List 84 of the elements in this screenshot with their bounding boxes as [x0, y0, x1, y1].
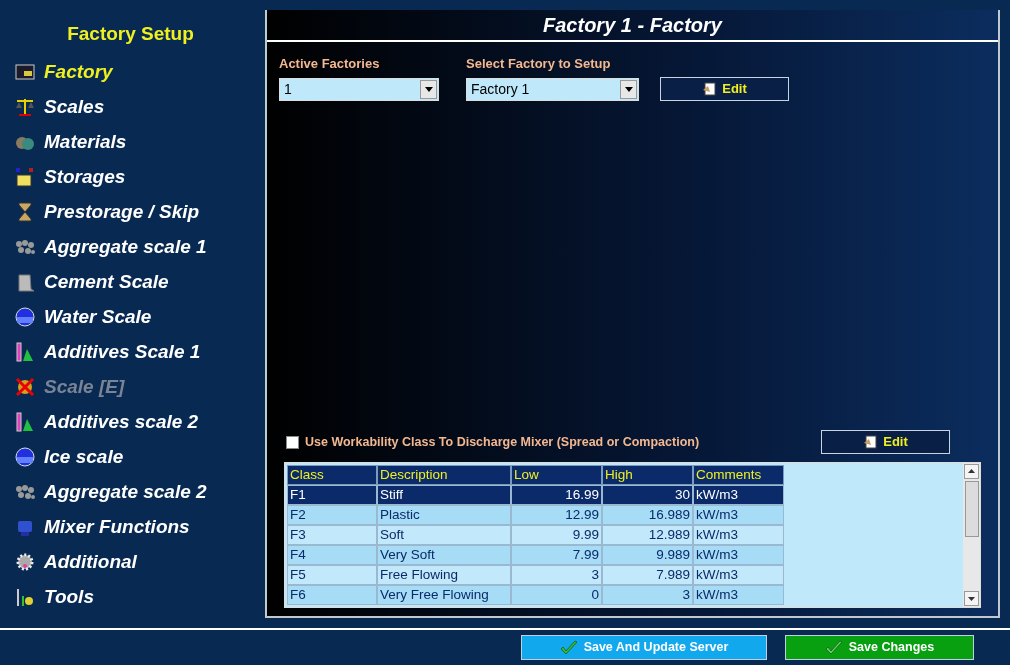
table-cell: Very Free Flowing	[377, 585, 511, 605]
table-cell: Very Soft	[377, 545, 511, 565]
table-cell: 3	[602, 585, 693, 605]
sidebar-item[interactable]: Aggregate scale 2	[14, 474, 265, 510]
table-cell: 0	[511, 585, 602, 605]
table-cell: 9.989	[602, 545, 693, 565]
table-cell: kW/m3	[693, 545, 784, 565]
table-cell: 16.99	[511, 485, 602, 505]
table-cell: kW/m3	[693, 525, 784, 545]
factory-icon	[14, 61, 36, 83]
edit-button[interactable]: Edit	[660, 76, 789, 101]
sidebar-item[interactable]: Additional	[14, 544, 265, 580]
table-cell: 12.99	[511, 505, 602, 525]
table-cell: 3	[511, 565, 602, 585]
sidebar-item[interactable]: Ice scale	[14, 439, 265, 475]
column-header: High	[602, 465, 693, 485]
water-icon	[14, 446, 36, 468]
scroll-up-icon[interactable]	[964, 464, 979, 479]
column-header: Class	[287, 465, 377, 485]
scrollbar[interactable]	[963, 463, 980, 607]
edit-button[interactable]: Edit	[821, 430, 950, 454]
scroll-down-icon[interactable]	[964, 591, 979, 606]
table-cell: kW/m3	[693, 585, 784, 605]
crossed-icon	[14, 376, 36, 398]
panel-title: Factory 1 - Factory	[543, 13, 722, 38]
table-cell: 9.99	[511, 525, 602, 545]
table-cell: F5	[287, 565, 377, 585]
table-row[interactable]: F4 Very Soft 7.99 9.989 kW/m3	[287, 545, 784, 565]
table-cell: 30	[602, 485, 693, 505]
table-cell: Plastic	[377, 505, 511, 525]
table-row[interactable]: F1 Stiff 16.99 30 kW/m3	[287, 485, 784, 505]
table-cell: F1	[287, 485, 377, 505]
table-cell: F3	[287, 525, 377, 545]
table-cell: 16.989	[602, 505, 693, 525]
sidebar-item[interactable]: Water Scale	[14, 299, 265, 335]
column-header: Comments	[693, 465, 784, 485]
sidebar-item[interactable]: Materials	[14, 124, 265, 160]
table-cell: 7.99	[511, 545, 602, 565]
gear-icon	[14, 551, 36, 573]
active-factories-dropdown[interactable]: 1	[279, 77, 439, 101]
table-row[interactable]: F5 Free Flowing 3 7.989 kW/m3	[287, 565, 784, 585]
table-row[interactable]: F6 Very Free Flowing 0 3 kW/m3	[287, 585, 784, 605]
sidebar-item[interactable]: Prestorage / Skip	[14, 194, 265, 230]
sidebar-item[interactable]: Additives scale 2	[14, 404, 265, 440]
table-cell: Soft	[377, 525, 511, 545]
checkmark-icon	[824, 639, 843, 656]
table-cell: Stiff	[377, 485, 511, 505]
beakers-icon	[14, 341, 36, 363]
checkbox-label: Use Workability Class To Discharge Mixer (Spread or Compaction)	[305, 433, 700, 451]
box-icon	[14, 166, 36, 188]
table-cell: kW/m3	[693, 565, 784, 585]
table-row[interactable]: F2 Plastic 12.99 16.989 kW/m3	[287, 505, 784, 525]
column-header: Low	[511, 465, 602, 485]
edit-icon	[863, 435, 880, 449]
field-label: Select Factory to Setup	[466, 55, 612, 73]
scales-icon	[14, 96, 36, 118]
table-cell: F6	[287, 585, 377, 605]
beakers-icon	[14, 411, 36, 433]
table-row[interactable]: F3 Soft 9.99 12.989 kW/m3	[287, 525, 784, 545]
table-cell: Free Flowing	[377, 565, 511, 585]
sidebar-item[interactable]: Factory	[14, 54, 265, 90]
sidebar-title: Factory Setup	[66, 22, 195, 46]
checkbox[interactable]	[286, 435, 299, 449]
tools-icon	[14, 586, 36, 608]
field-label: Active Factories	[279, 55, 381, 73]
edit-icon	[702, 81, 719, 96]
sidebar-item[interactable]: Scales	[14, 89, 265, 125]
water-icon	[14, 306, 36, 328]
sidebar-item[interactable]: Aggregate scale 1	[14, 229, 265, 265]
factory-dropdown[interactable]: Factory 1	[466, 77, 639, 101]
sidebar-item[interactable]: Cement Scale	[14, 264, 265, 300]
table-cell: F4	[287, 545, 377, 565]
scroll-thumb[interactable]	[964, 481, 979, 537]
sidebar-item[interactable]: Storages	[14, 159, 265, 195]
sidebar-item[interactable]: Tools	[14, 579, 265, 615]
column-header: Description	[377, 465, 511, 485]
checkmark-icon	[559, 639, 578, 656]
table-cell: F2	[287, 505, 377, 525]
table-cell: kW/m3	[693, 505, 784, 525]
table-cell: 12.989	[602, 525, 693, 545]
sidebar-item[interactable]: Additives Scale 1	[14, 334, 265, 370]
table-cell: kW/m3	[693, 485, 784, 505]
table-cell: 7.989	[602, 565, 693, 585]
sidebar-item[interactable]: Mixer Functions	[14, 509, 265, 545]
